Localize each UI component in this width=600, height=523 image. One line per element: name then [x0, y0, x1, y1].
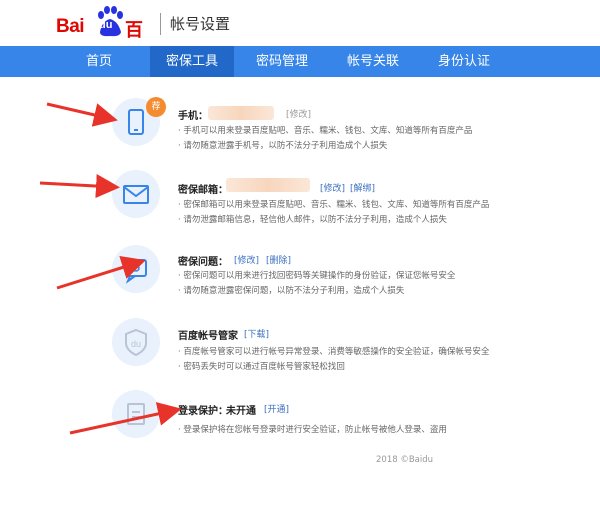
du-shield-icon: du	[125, 328, 147, 357]
login-protect-icon	[127, 403, 145, 425]
logo-latin: Bai	[56, 16, 85, 37]
question-delete-link[interactable]: [删除]	[266, 253, 291, 266]
question-row-icon	[112, 245, 160, 293]
email-desc-2: · 请勿泄露邮箱信息，轻信他人邮件，以防不法分子利用，造成个人损失	[178, 215, 447, 225]
page-title: 帐号设置	[170, 15, 231, 33]
manager-desc-2: · 密码丢失时可以通过百度帐号管家轻松找回	[178, 362, 345, 372]
email-label: 密保邮箱：	[178, 185, 228, 196]
login-protect-status: 未开通	[226, 406, 256, 417]
question-desc-1: · 密保问题可以用来进行找回密码等关键操作的身份验证，保证您帐号安全	[178, 271, 456, 281]
login-protect-label: 登录保护：	[178, 406, 228, 417]
copyright: 2018 ©Baidu	[376, 455, 434, 465]
phone-desc-1: · 手机可以用来登录百度贴吧、音乐、糯米、钱包、文库、知道等所有百度产品	[178, 126, 473, 136]
manager-label: 百度帐号管家	[178, 331, 238, 342]
email-redacted	[226, 178, 310, 192]
email-desc-1: · 密保邮箱可以用来登录百度贴吧、音乐、糯米、钱包、文库、知道等所有百度产品	[178, 200, 490, 210]
email-row-icon	[112, 170, 160, 218]
phone-label: 手机：	[178, 111, 208, 122]
mail-icon	[123, 185, 149, 204]
question-label: 密保问题：	[178, 257, 228, 268]
manager-desc-1: · 百度帐号管家可以进行帐号异常登录、消费等敏感操作的安全验证，确保帐号安全	[178, 347, 490, 357]
tab-password-management[interactable]: 密码管理	[246, 46, 318, 77]
tab-identity-verification[interactable]: 身份认证	[426, 46, 502, 77]
arrow-to-email	[39, 174, 120, 199]
phone-number-redacted	[208, 106, 274, 120]
arrow-to-phone	[46, 102, 118, 127]
lock-question-icon	[125, 259, 147, 284]
logo-du: du	[99, 19, 113, 31]
email-modify-link[interactable]: [修改]	[320, 181, 345, 194]
email-unbind-link[interactable]: [解绑]	[350, 181, 375, 194]
main-nav: 首页 密保工具 密码管理 帐号关联 身份认证	[0, 46, 600, 77]
login-protect-desc-1: · 登录保护将在您帐号登录时进行安全验证，防止帐号被他人登录、盗用	[178, 425, 447, 435]
header-divider	[160, 13, 161, 35]
recommended-badge: 荐	[146, 97, 166, 117]
manager-row-icon: du	[112, 318, 160, 366]
phone-modify-link[interactable]: [修改]	[286, 107, 311, 120]
phone-desc-2: · 请勿随意泄露手机号，以防不法分子利用造成个人损失	[178, 141, 388, 151]
login-protect-open-link[interactable]: [开通]	[264, 402, 289, 415]
manager-download-link[interactable]: [下载]	[244, 327, 269, 340]
question-modify-link[interactable]: [修改]	[234, 253, 259, 266]
tab-security-tools[interactable]: 密保工具	[150, 46, 234, 77]
tab-home[interactable]: 首页	[62, 46, 136, 77]
question-desc-2: · 请勿随意泄露密保问题，以防不法分子利用，造成个人损失	[178, 286, 405, 296]
annotation-arrows	[39, 102, 182, 435]
login-protect-row-icon	[112, 390, 160, 438]
header: Bai du 百度 帐号设置	[0, 0, 600, 67]
tab-account-linking[interactable]: 帐号关联	[336, 46, 410, 77]
svg-text:du: du	[131, 339, 141, 349]
baidu-logo[interactable]: Bai du 百度	[56, 6, 156, 67]
